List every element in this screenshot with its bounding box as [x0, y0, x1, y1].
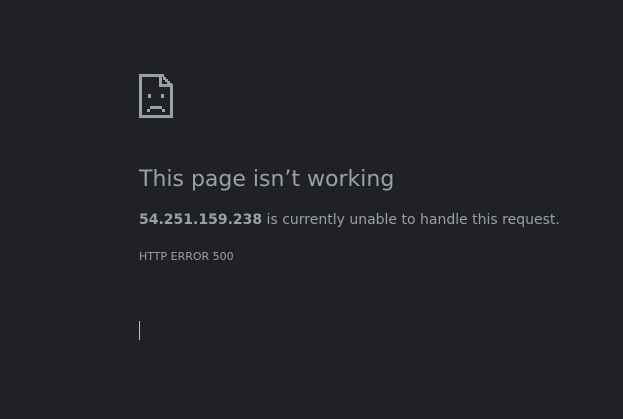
page-title: This page isn’t working	[139, 167, 395, 192]
error-summary-text: is currently unable to handle this reque…	[262, 212, 560, 228]
error-container: This page isn’t working 54.251.159.238 i…	[139, 74, 599, 340]
error-code: HTTP ERROR 500	[139, 250, 234, 263]
sad-file-icon	[139, 74, 173, 118]
text-caret	[139, 321, 140, 340]
host-address: 54.251.159.238	[139, 212, 263, 228]
error-summary: 54.251.159.238 is currently unable to ha…	[139, 212, 560, 228]
